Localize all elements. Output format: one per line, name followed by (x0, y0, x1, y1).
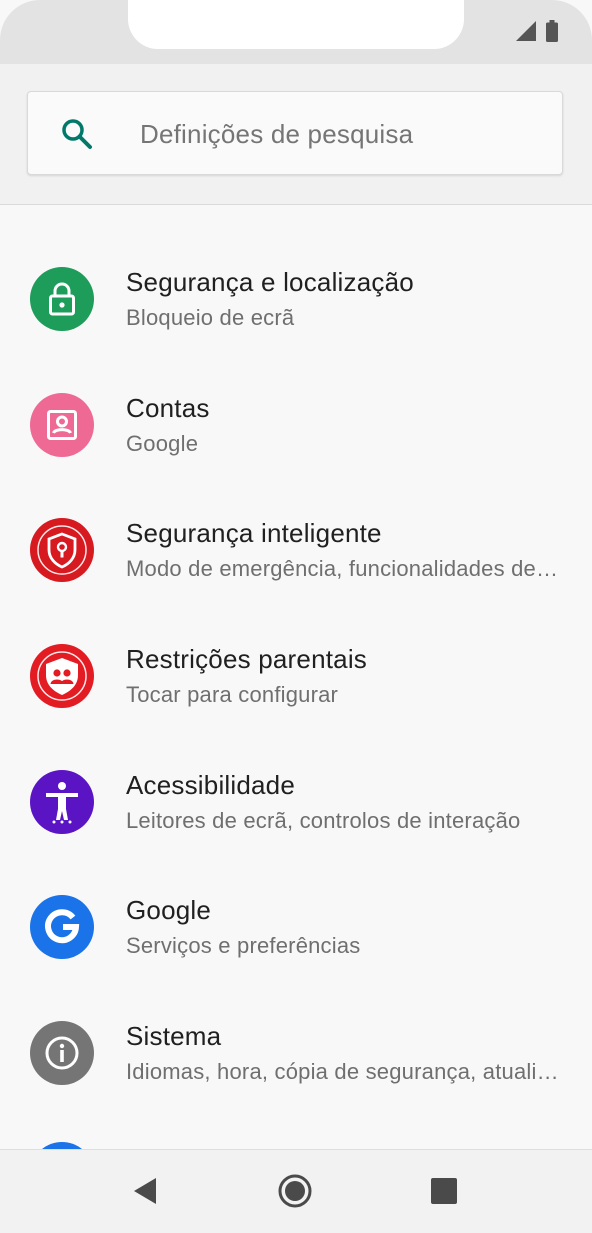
search-icon (62, 119, 92, 149)
navigation-bar (0, 1149, 592, 1233)
settings-list[interactable]: Segurança e localização Bloqueio de ecrã… (0, 205, 592, 1149)
back-icon[interactable] (128, 1173, 164, 1209)
settings-item-accessibility[interactable]: Acessibilidade Leitores de ecrã, control… (0, 770, 592, 896)
lock-icon (30, 267, 94, 331)
settings-item-subtitle: Idiomas, hora, cópia de segurança, atual… (126, 1059, 560, 1084)
settings-item-accounts[interactable]: Contas Google (0, 393, 592, 519)
accessibility-icon (30, 770, 94, 834)
settings-item-title: Sistema (126, 1021, 222, 1051)
search-header: Definições de pesquisa (0, 64, 592, 205)
settings-item-subtitle: Bloqueio de ecrã (126, 305, 295, 330)
settings-item-subtitle: Serviços e preferências (126, 933, 361, 958)
settings-item-title: Segurança e localização (126, 267, 414, 297)
signal-icon (516, 21, 536, 41)
battery-icon (546, 20, 558, 42)
settings-item-title: Contas (126, 393, 210, 423)
settings-item-system[interactable]: Sistema Idiomas, hora, cópia de seguranç… (0, 1021, 592, 1147)
search-bar[interactable]: Definições de pesquisa (27, 91, 563, 175)
display-notch (128, 0, 464, 49)
settings-item-subtitle: Modo de emergência, funcionalidades de s… (126, 556, 560, 581)
settings-item-subtitle: Tocar para configurar (126, 682, 339, 707)
home-icon[interactable] (277, 1173, 313, 1209)
parental-shield-icon (30, 644, 94, 708)
settings-item-parental-restrictions[interactable]: Restrições parentais Tocar para configur… (0, 644, 592, 770)
settings-item-google[interactable]: Google Serviços e preferências (0, 895, 592, 1021)
settings-item-title: Segurança inteligente (126, 518, 382, 548)
settings-item-subtitle: Google (126, 431, 199, 456)
settings-item-smart-security[interactable]: Segurança inteligente Modo de emergência… (0, 518, 592, 644)
recents-icon[interactable] (426, 1173, 462, 1209)
settings-item-title: Restrições parentais (126, 644, 367, 674)
google-g-icon (30, 895, 94, 959)
status-bar (0, 0, 592, 64)
settings-item-security-location[interactable]: Segurança e localização Bloqueio de ecrã (0, 267, 592, 393)
account-box-icon (30, 393, 94, 457)
settings-item-subtitle: Leitores de ecrã, controlos de interação (126, 808, 521, 833)
shield-keyhole-icon (30, 518, 94, 582)
search-placeholder: Definições de pesquisa (140, 119, 414, 149)
settings-item-title: Acessibilidade (126, 770, 296, 800)
settings-item-title: Google (126, 895, 212, 925)
status-icons (516, 20, 558, 42)
info-icon (30, 1021, 94, 1085)
